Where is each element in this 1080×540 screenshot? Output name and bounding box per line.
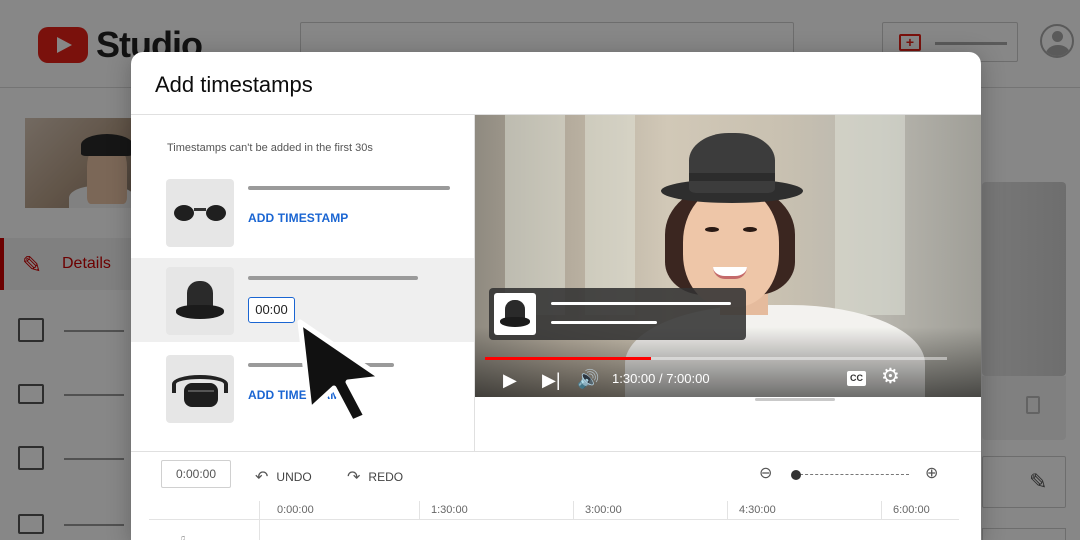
tick-label: 1:30:00 [431, 504, 468, 516]
list-item: ADD TIMESTAMP [131, 170, 474, 254]
product-title-placeholder [248, 186, 450, 190]
add-timestamps-dialog: Add timestamps Timestamps can't be added… [131, 52, 981, 540]
zoom-slider-handle[interactable] [791, 470, 801, 480]
volume-icon[interactable]: 🔊 [577, 369, 599, 389]
product-thumbnail [166, 179, 234, 247]
zoom-control: ⊖ ⊕ [759, 464, 945, 484]
undo-icon: ↶ [255, 469, 269, 486]
play-icon[interactable]: ▶ [503, 370, 517, 390]
zoom-out-icon[interactable]: ⊖ [759, 463, 772, 483]
tick-label: 4:30:00 [739, 504, 776, 516]
sunglasses-icon [174, 203, 226, 223]
current-time-field[interactable]: 0:00:00 [161, 460, 231, 488]
video-player[interactable]: ▶ ▶| 🔊 1:30:00 / 7:00:00 CC ⚙ [475, 115, 981, 397]
timestamp-input[interactable]: 00:00 [248, 297, 295, 323]
redo-button[interactable]: ↷ REDO [347, 467, 403, 487]
waist-bag-icon [172, 371, 228, 411]
next-icon[interactable]: ▶| [542, 370, 561, 390]
dialog-title: Add timestamps [155, 72, 313, 97]
time-display: 1:30:00 / 7:00:00 [612, 371, 710, 386]
redo-icon: ↷ [347, 469, 361, 486]
undo-label: UNDO [276, 470, 312, 484]
hint-text: Timestamps can't be added in the first 3… [167, 142, 373, 154]
zoom-slider[interactable] [795, 474, 909, 475]
mouse-cursor-icon [297, 319, 385, 425]
tick-label: 0:00:00 [277, 504, 314, 516]
divider [131, 451, 981, 452]
add-timestamp-button[interactable]: ADD TIMESTAMP [248, 211, 348, 225]
timeline-ruler[interactable]: ♫ 0:00:00 1:30:00 3:00:00 4:30:00 6:00:0… [149, 497, 959, 540]
resize-handle[interactable] [755, 398, 835, 401]
tick-label: 6:00:00 [893, 504, 930, 516]
undo-button[interactable]: ↶ UNDO [255, 467, 312, 487]
card-subtitle-placeholder [551, 321, 657, 324]
gear-icon[interactable]: ⚙ [881, 366, 900, 387]
redo-label: REDO [368, 470, 404, 484]
product-thumbnail [166, 267, 234, 335]
progress-bar[interactable] [485, 357, 947, 360]
product-overlay-card[interactable] [489, 288, 746, 340]
product-title-placeholder [248, 276, 418, 280]
audio-track-icon: ♫ [179, 533, 186, 540]
card-title-placeholder [551, 302, 731, 305]
captions-button[interactable]: CC [847, 371, 866, 386]
bucket-hat-icon [176, 281, 224, 323]
product-thumbnail [166, 355, 234, 423]
bucket-hat-icon [494, 293, 536, 335]
zoom-in-icon[interactable]: ⊕ [925, 463, 938, 483]
progress-fill [485, 357, 652, 360]
tick-label: 3:00:00 [585, 504, 622, 516]
